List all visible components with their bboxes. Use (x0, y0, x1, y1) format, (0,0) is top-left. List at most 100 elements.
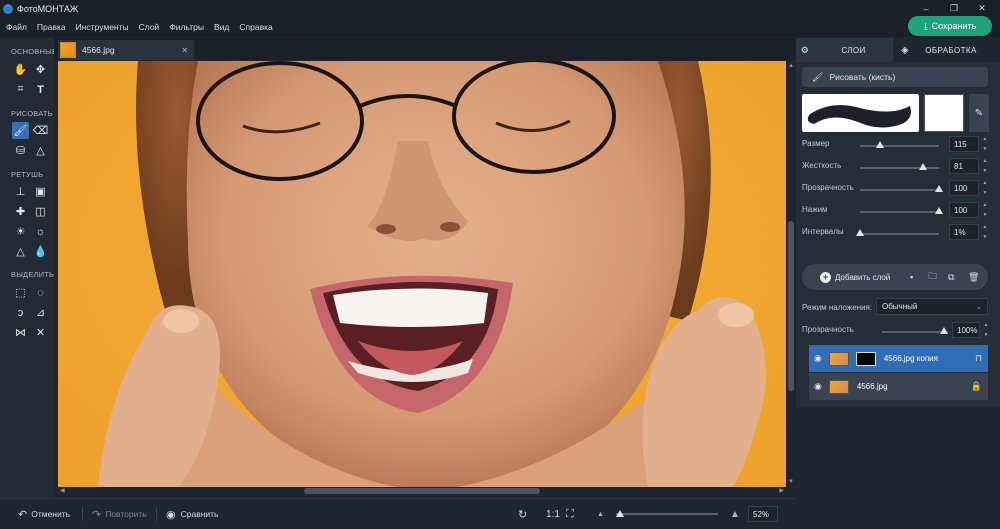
close-tab-icon[interactable]: ✕ (181, 46, 188, 55)
opacity-value[interactable]: 100 (949, 180, 979, 196)
tab-processing[interactable]: ОБРАБОТКА (916, 38, 986, 62)
brush-tool-icon[interactable]: 🖌 (12, 122, 29, 139)
scroll-down-icon[interactable]: ▼ (788, 479, 794, 485)
move-tool-icon[interactable]: ✥ (32, 61, 49, 78)
spacing-slider-thumb[interactable] (856, 229, 864, 236)
scroll-right-icon[interactable]: ▶ (779, 487, 784, 494)
zoom-slider-thumb[interactable] (616, 510, 625, 517)
smart-select-tool-icon[interactable]: ◫ (32, 203, 49, 220)
darken-tool-icon[interactable]: ☼ (32, 223, 49, 240)
menu-layer[interactable]: Слой (139, 22, 160, 32)
minimize-button[interactable]: – (912, 0, 940, 17)
layer-opacity-spinner[interactable]: ▲ ▼ (982, 322, 990, 338)
blur-tool-icon[interactable]: 💧 (32, 243, 49, 260)
pressure-value[interactable]: 100 (949, 202, 979, 218)
horizontal-scroll-thumb[interactable] (304, 488, 540, 494)
magic-wand-icon[interactable]: ✕ (32, 324, 49, 341)
zoom-in-icon[interactable]: ▲ (730, 499, 740, 529)
close-window-button[interactable]: ✕ (968, 0, 996, 17)
layer-opacity-slider[interactable] (882, 331, 948, 333)
fill-tool-icon[interactable]: ⛁ (12, 142, 29, 159)
mask-icon[interactable]: ▪ (910, 272, 913, 282)
eye-icon[interactable]: ◉ (814, 381, 822, 392)
menu-tools[interactable]: Инструменты (76, 22, 129, 32)
menu-filters[interactable]: Фильтры (169, 22, 204, 32)
blend-mode-select[interactable]: Обычный ⌄ (876, 298, 988, 315)
sharpen-tool-icon[interactable]: △ (12, 243, 29, 260)
tool-header[interactable]: 🖌 Рисовать (кисть) (802, 67, 988, 87)
pressure-spinner[interactable]: ▲ ▼ (981, 202, 989, 218)
horizontal-scrollbar[interactable]: ◀ ▶ (58, 487, 786, 495)
layer-row[interactable]: ◉ 4566.jpg копия ⊓ (809, 345, 988, 372)
document-tab[interactable]: 4566.jpg ✕ (58, 40, 194, 60)
document-thumbnail (60, 42, 76, 58)
fit-screen-icon[interactable]: ⛶ (566, 499, 574, 529)
actual-size-button[interactable]: 1:1 (546, 499, 560, 529)
menu-help[interactable]: Справка (239, 22, 272, 32)
healing-tool-icon[interactable]: ✚ (12, 203, 29, 220)
shapes-tool-icon[interactable]: △ (32, 142, 49, 159)
stamp-tool-icon[interactable]: ⊥ (12, 183, 29, 200)
maximize-button[interactable]: ❐ (940, 0, 968, 17)
size-slider[interactable] (860, 145, 939, 147)
rotate-icon[interactable]: ↻ (518, 499, 527, 529)
lasso-icon[interactable]: ↄ (12, 304, 29, 321)
image-canvas[interactable] (58, 61, 786, 487)
layer-opacity-thumb[interactable] (940, 327, 948, 334)
layers-settings-icon[interactable]: ⚙ (798, 38, 812, 62)
hardness-spinner[interactable]: ▲ ▼ (981, 158, 989, 174)
document-tab-label: 4566.jpg (82, 45, 115, 55)
size-value[interactable]: 115 (949, 136, 979, 152)
magnetic-lasso-icon[interactable]: ⋈ (12, 324, 29, 341)
spacing-slider[interactable] (860, 233, 939, 235)
ellipse-select-icon[interactable]: ◌ (32, 284, 49, 301)
crop-tool-icon[interactable]: ⌗ (12, 81, 29, 98)
eyedropper-icon[interactable]: ✎ (969, 94, 989, 132)
menu-view[interactable]: Вид (214, 22, 229, 32)
opacity-spinner[interactable]: ▲ ▼ (981, 180, 989, 196)
unlock-icon[interactable]: ⊓ (975, 353, 982, 364)
rect-select-icon[interactable]: ⬚ (12, 284, 29, 301)
spacing-value[interactable]: 1% (949, 224, 979, 240)
layer-row[interactable]: ◉ 4566.jpg 🔒 (809, 373, 988, 400)
zoom-out-icon[interactable]: ▲ (597, 499, 604, 529)
zoom-value[interactable]: 52% (748, 506, 778, 522)
lock-icon[interactable]: 🔒 (971, 381, 982, 392)
duplicate-icon[interactable]: ⧉ (948, 272, 954, 283)
text-tool-icon[interactable]: T (32, 81, 49, 98)
vertical-scroll-thumb[interactable] (788, 221, 794, 391)
brush-preview[interactable] (802, 94, 919, 132)
hand-tool-icon[interactable]: ✋ (12, 61, 29, 78)
opacity-slider[interactable] (860, 189, 939, 191)
eraser-tool-icon[interactable]: ⌫ (32, 122, 49, 139)
undo-button[interactable]: ↶ Отменить (18, 499, 70, 529)
spacing-spinner[interactable]: ▲ ▼ (981, 224, 989, 240)
zoom-slider[interactable] (616, 513, 718, 515)
save-button[interactable]: ⤓ Сохранить (908, 16, 992, 36)
vertical-scrollbar[interactable]: ▲ ▼ (786, 61, 796, 487)
scroll-left-icon[interactable]: ◀ (60, 487, 65, 494)
size-slider-thumb[interactable] (875, 141, 884, 148)
redo-button[interactable]: ↷ Повторить (92, 499, 147, 529)
pressure-slider-thumb[interactable] (935, 207, 943, 214)
pressure-slider[interactable] (860, 211, 939, 213)
size-spinner[interactable]: ▲ ▼ (981, 136, 989, 152)
hardness-value[interactable]: 81 (949, 158, 979, 174)
opacity-slider-thumb[interactable] (935, 185, 943, 192)
trash-icon[interactable]: 🗑 (968, 272, 979, 283)
spacing-label: Интервалы (802, 227, 844, 236)
polygon-lasso-icon[interactable]: ⊿ (32, 304, 49, 321)
eye-icon[interactable]: ◉ (814, 353, 822, 364)
add-layer-button[interactable]: + Добавить слой (820, 271, 890, 283)
tab-layers[interactable]: СЛОИ (826, 38, 881, 62)
compare-button[interactable]: ◉ Сравнить (166, 499, 218, 529)
hardness-slider-thumb[interactable] (919, 163, 928, 170)
menu-edit[interactable]: Правка (37, 22, 66, 32)
layer-opacity-value[interactable]: 100% (952, 322, 980, 338)
lighten-tool-icon[interactable]: ☀ (12, 223, 29, 240)
color-swatch[interactable] (924, 94, 964, 132)
scroll-up-icon[interactable]: ▲ (788, 63, 794, 69)
menu-file[interactable]: Файл (6, 22, 27, 32)
patch-tool-icon[interactable]: ▣ (32, 183, 49, 200)
folder-icon[interactable]: 🗀 (928, 269, 937, 285)
